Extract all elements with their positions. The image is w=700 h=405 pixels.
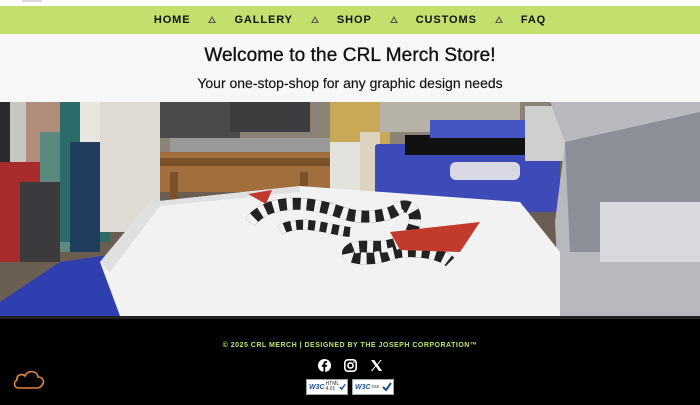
page-title: Welcome to the CRL Merch Store! [204,45,496,66]
top-mark [22,0,42,2]
badge-text: css [371,383,380,390]
triangle-icon [208,15,217,23]
copyright-text: © 2025 CRL MERCH | DESIGNED BY THE JOSEP… [222,342,478,349]
banner-illustration [0,102,700,316]
w3c-css-badge[interactable]: W3C css [352,379,394,395]
site-footer: © 2025 CRL MERCH | DESIGNED BY THE JOSEP… [0,316,700,405]
nav-faq[interactable]: FAQ [521,14,546,26]
badge-line1: css [371,383,380,390]
nav-gallery[interactable]: GALLERY [234,14,292,26]
checkmark-icon [339,383,346,391]
main-nav: HOME GALLERY SHOP CUSTOMS FAQ [0,6,700,34]
x-icon[interactable] [369,358,383,372]
instagram-icon[interactable] [343,358,357,372]
triangle-icon [389,15,398,23]
social-links [0,358,700,372]
facebook-icon[interactable] [317,358,331,372]
badge-text: HTML 4.01 [326,382,340,392]
triangle-icon [494,15,503,23]
validator-badges: W3C HTML 4.01 W3C css [0,379,700,395]
w3c-logo-text: W3C [309,383,325,391]
nav-home[interactable]: HOME [154,14,191,26]
triangle-icon [310,15,319,23]
cloud-icon[interactable] [12,368,46,390]
checkmark-icon [382,382,392,392]
page-subtitle: Your one-stop-shop for any graphic desig… [197,75,503,91]
hero: Welcome to the CRL Merch Store! Your one… [0,34,700,102]
nav-customs[interactable]: CUSTOMS [416,14,477,26]
w3c-logo-text: W3C [355,383,371,391]
w3c-html-badge[interactable]: W3C HTML 4.01 [306,379,348,395]
hero-banner-image [0,102,700,316]
nav-shop[interactable]: SHOP [337,14,372,26]
badge-line2: 4.01 [325,386,336,392]
